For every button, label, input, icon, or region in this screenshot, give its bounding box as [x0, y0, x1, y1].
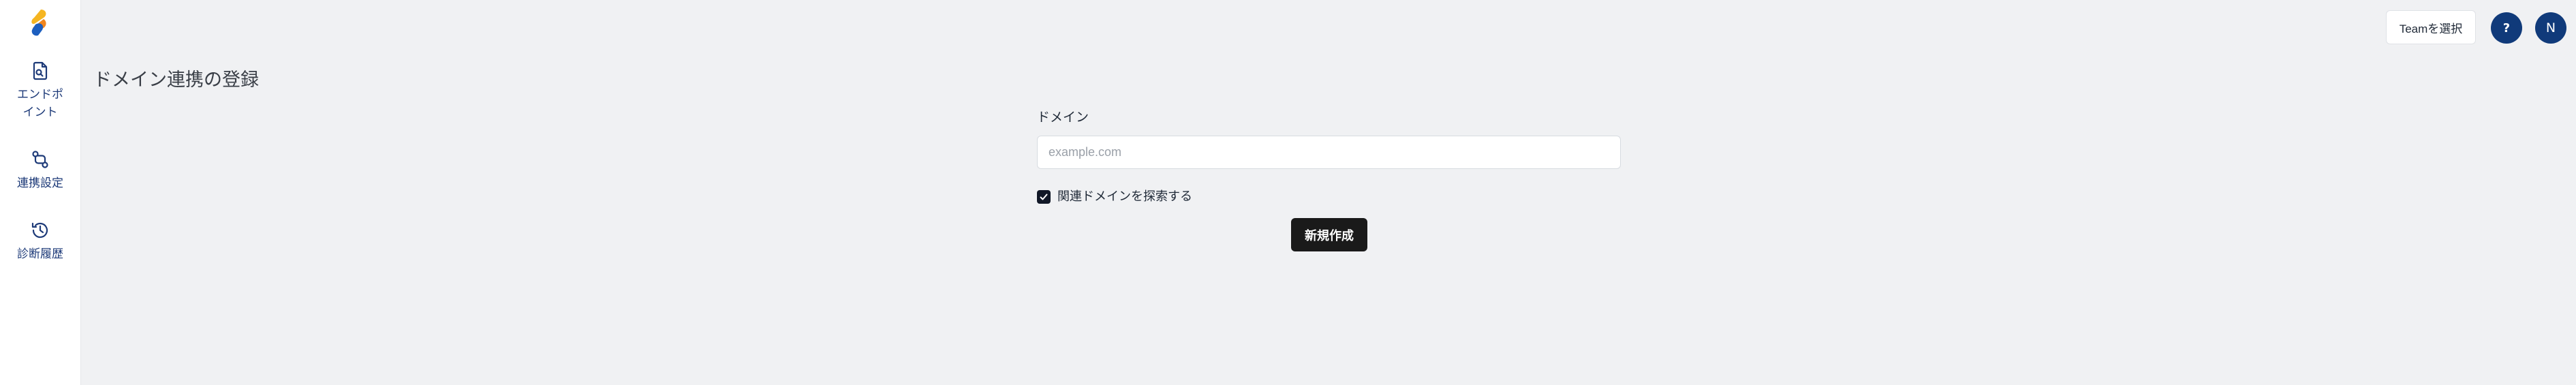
page-title: ドメイン連携の登録	[93, 70, 259, 91]
sidebar-item-label: エンドポイント	[17, 88, 63, 119]
search-related-option: 関連ドメインを探索する	[1037, 188, 1192, 206]
search-related-checkbox[interactable]	[1037, 190, 1051, 204]
check-icon	[1040, 194, 1048, 200]
domain-input[interactable]	[1037, 136, 1621, 169]
app-root: エンドポイント 連携設定 診断履歴 Teamを選択 ? N ドメイン連携の登録 …	[0, 0, 2576, 385]
sidebar-item-endpoint[interactable]: エンドポイント	[0, 60, 80, 121]
domain-field-label: ドメイン	[1037, 110, 1089, 125]
sidebar-item-link-settings[interactable]: 連携設定	[0, 149, 80, 192]
sidebar: エンドポイント 連携設定 診断履歴	[0, 0, 81, 385]
brand-logo-icon[interactable]	[26, 8, 53, 37]
user-avatar[interactable]: N	[2535, 12, 2566, 44]
history-icon	[31, 222, 48, 238]
help-button[interactable]: ?	[2491, 12, 2522, 44]
link-settings-icon	[32, 151, 48, 168]
create-button[interactable]: 新規作成	[1291, 218, 1367, 251]
sidebar-item-label: 診断履歴	[17, 247, 63, 261]
sidebar-item-label: 連携設定	[17, 176, 63, 190]
sidebar-item-history[interactable]: 診断履歴	[0, 219, 80, 263]
search-related-label[interactable]: 関連ドメインを探索する	[1057, 188, 1192, 206]
endpoint-document-icon	[33, 61, 48, 80]
team-select-button[interactable]: Teamを選択	[2386, 10, 2476, 44]
